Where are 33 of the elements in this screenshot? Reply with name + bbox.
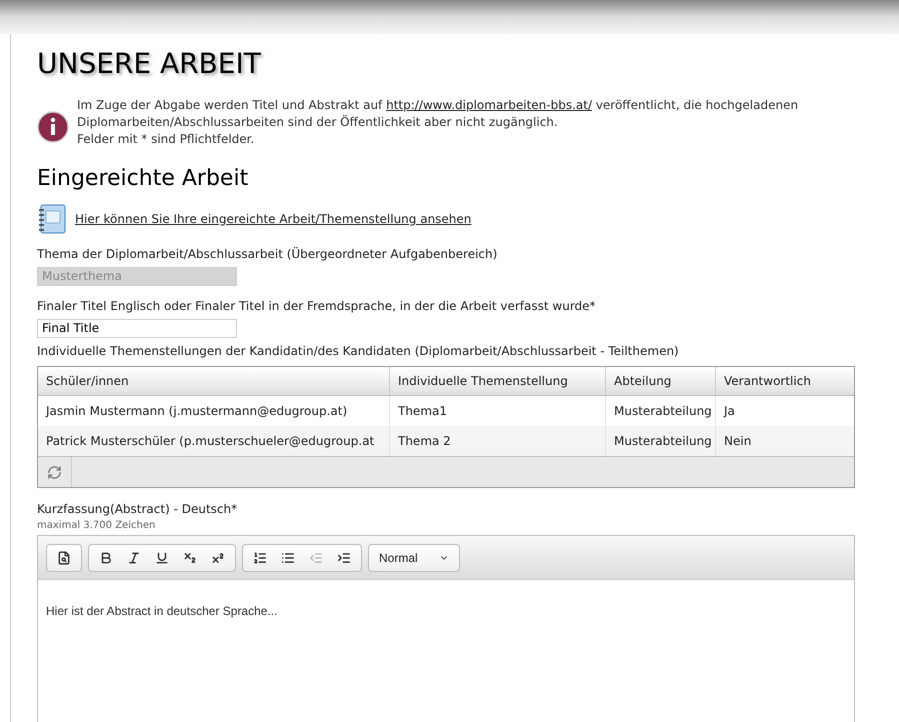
indent-icon <box>337 550 351 564</box>
table-cell-text: Ja <box>722 403 736 420</box>
numbered-list-icon <box>253 550 267 564</box>
field-label: Thema der Diplomarbeit/Abschlussarbeit (Übergeordneter Aufgabenbereich) <box>37 246 498 263</box>
page-title: UNSERE ARBEIT <box>37 46 262 81</box>
column-header: Abteilung <box>606 367 716 395</box>
notebook-icon <box>37 203 67 235</box>
view-submission-link[interactable]: Hier können Sie Ihre eingereichte Arbeit/Themenstellung ansehen <box>75 210 472 228</box>
abstract-hint: maximal 3.700 Zeichen <box>37 519 156 533</box>
italic-icon <box>127 550 141 564</box>
underline-icon <box>155 550 169 564</box>
outdent-icon <box>309 550 323 564</box>
refresh-icon <box>47 464 62 480</box>
column-header: Individuelle Themenstellung <box>390 367 606 395</box>
column-header: Verantwortlich <box>723 373 812 390</box>
format-dropdown[interactable]: Normal <box>368 544 460 572</box>
notice-text: Im Zuge der Abgabe werden Titel und Abstrakt auf http://www.diplomarbeiten-bbs.at/ veröffentlicht, die hochgeladenen Diplomarbeiten/Abschlussarbeiten sind der Öffentlichkeit aber nicht zugänglich. <box>77 97 800 131</box>
table-cell-text: Nein <box>723 433 752 450</box>
column-header: Schüler/innen <box>38 367 390 395</box>
required-note: Felder mit * sind Pflichtfelder. <box>77 131 256 148</box>
table-label: Individuelle Themenstellungen der Kandidatin/des Kandidaten (Diplomarbeit/Abschlussarbeit - Teilthemen) <box>37 343 680 360</box>
bullet-list-icon <box>281 550 295 564</box>
field-label: Finaler Titel Englisch oder Finaler Titel in der Fremdsprache, in der die Arbeit verfasst wurde* <box>37 298 597 315</box>
text-field[interactable]: Final Title <box>37 318 237 338</box>
website-link[interactable]: http://www.diplomarbeiten-bbs.at/ <box>386 98 592 112</box>
preview-icon <box>57 550 71 564</box>
bold-icon <box>99 550 113 564</box>
subscript-icon <box>183 550 197 564</box>
info-icon <box>37 110 69 142</box>
superscript-icon <box>211 550 225 564</box>
abstract-text: Hier ist der Abstract in deutscher Sprache... <box>45 603 278 620</box>
section-title: Eingereichte Arbeit <box>37 165 250 193</box>
abstract-label: Kurzfassung(Abstract) - Deutsch* <box>37 501 238 518</box>
